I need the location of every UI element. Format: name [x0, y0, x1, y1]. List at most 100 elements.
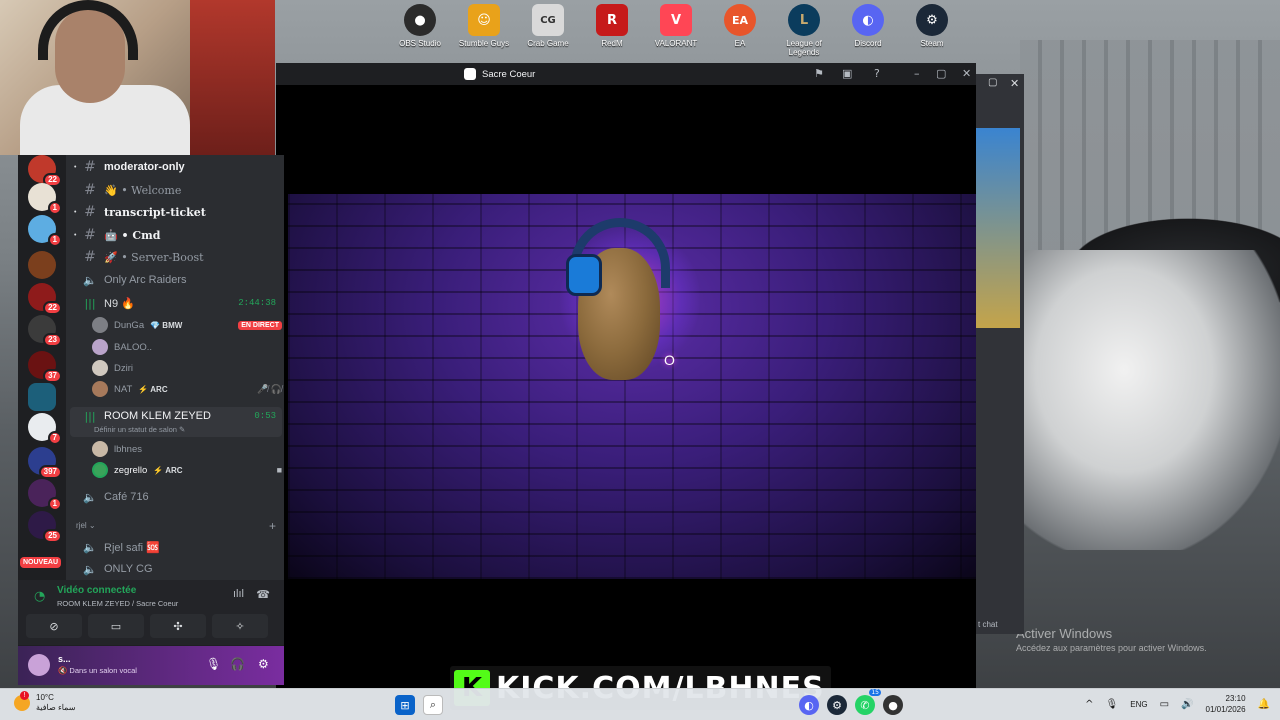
- voice-user-tag: 💎 BMW: [150, 320, 183, 330]
- weather-text: 10°C سماء صافية: [36, 693, 76, 713]
- voice-user[interactable]: Dziri: [92, 358, 282, 378]
- minimize-icon[interactable]: –: [914, 67, 920, 80]
- noise-suppression-icon[interactable]: ılıl: [233, 588, 244, 600]
- search-icon[interactable]: ⌕: [423, 695, 443, 715]
- desktop-shortcut-league[interactable]: L League of Legends: [772, 4, 836, 57]
- voice-channel-icon: 🔈: [83, 540, 97, 554]
- voice-user[interactable]: DunGa 💎 BMW EN DIRECT: [92, 315, 282, 335]
- flag-icon[interactable]: ⚑: [814, 67, 824, 80]
- server-icon[interactable]: [28, 383, 56, 411]
- stream-window-titlebar[interactable]: Sacre Coeur ⚑ ▣ ? – ▢ ✕: [276, 63, 976, 85]
- desktop-shortcut-label: VALORANT: [654, 39, 698, 48]
- start-menu-icon[interactable]: ⊞: [395, 695, 415, 715]
- server-icon[interactable]: 1: [28, 183, 62, 215]
- steam-taskbar-icon[interactable]: ⚙: [827, 695, 847, 715]
- active-voice-icon: |||: [84, 409, 96, 423]
- channel-rjel-safi[interactable]: 🔈 Rjel safi 🆘: [74, 537, 284, 557]
- avatar: [92, 462, 108, 478]
- stream-window-title: Sacre Coeur: [482, 68, 536, 80]
- avatar: [92, 317, 108, 333]
- network-icon[interactable]: ▭: [1160, 699, 1169, 710]
- app-taskbar-icon[interactable]: ●: [883, 695, 903, 715]
- channel-only-cg[interactable]: 🔈 ONLY CG: [74, 559, 284, 579]
- channel-cmd[interactable]: • # 🤖 • Cmd: [74, 225, 284, 245]
- channel-transcript-ticket[interactable]: • # transcript-ticket: [74, 202, 284, 222]
- clock[interactable]: 23:10 01/01/2026: [1206, 693, 1246, 715]
- server-icon[interactable]: 1: [28, 215, 62, 247]
- settings-gear-icon[interactable]: ⚙: [258, 657, 269, 671]
- voice-controls: ⊘ ▭ ✣ ✧: [26, 614, 268, 638]
- server-icon[interactable]: 37: [28, 351, 62, 383]
- voice-channel-icon: 🔈: [83, 562, 97, 576]
- server-icon[interactable]: 397: [28, 447, 62, 479]
- desktop-shortcut-redm[interactable]: R RedM: [580, 4, 644, 57]
- help-icon[interactable]: ?: [874, 67, 880, 80]
- chevron-up-icon[interactable]: ^: [1085, 699, 1093, 710]
- stream-window[interactable]: Sacre Coeur ⚑ ▣ ? – ▢ ✕ O ➤: [276, 63, 976, 688]
- set-channel-status[interactable]: Définir un statut de salon ✎: [94, 425, 185, 434]
- camera-off-button[interactable]: ⊘: [26, 614, 82, 638]
- microphone-icon[interactable]: 🎙: [206, 657, 221, 671]
- server-icon[interactable]: 25: [28, 511, 62, 543]
- maximize-icon[interactable]: ▢: [936, 67, 946, 80]
- desktop-shortcut-valorant[interactable]: V VALORANT: [644, 4, 708, 57]
- voice-user-tag: ARC: [153, 466, 182, 475]
- desktop-shortcut-crab-game[interactable]: CG Crab Game: [516, 4, 580, 57]
- add-channel-icon[interactable]: +: [269, 519, 276, 533]
- channel-timer: 2:44:38: [238, 298, 276, 308]
- server-icon[interactable]: 23: [28, 315, 62, 347]
- steam-icon: ⚙: [916, 4, 948, 36]
- close-icon[interactable]: ✕: [1010, 77, 1019, 90]
- desktop-shortcut-label: League of Legends: [786, 39, 822, 57]
- server-icon[interactable]: 1: [28, 479, 62, 511]
- channel-server-boost[interactable]: # 🚀 • Server-Boost: [74, 247, 284, 267]
- category-rjel[interactable]: rjel ⌄: [76, 521, 96, 530]
- disconnect-icon[interactable]: ☎: [256, 588, 270, 601]
- microphone-icon[interactable]: 🎙: [1106, 699, 1119, 710]
- server-icon[interactable]: 7: [28, 413, 62, 445]
- channel-only-arc-raiders[interactable]: 🔈 Only Arc Raiders: [74, 270, 284, 290]
- maximize-icon[interactable]: ▢: [988, 77, 997, 88]
- channel-moderator-only[interactable]: • # moderator-only: [74, 157, 284, 177]
- notification-bell-icon[interactable]: 🔔: [1258, 699, 1270, 710]
- voice-user[interactable]: zegrello ARC ■: [92, 460, 282, 480]
- voice-user[interactable]: lbhnes: [92, 439, 282, 459]
- unread-badge: 1: [47, 233, 62, 247]
- unread-badge: 37: [43, 369, 62, 383]
- activities-button[interactable]: ✣: [150, 614, 206, 638]
- share-screen-button[interactable]: ▭: [88, 614, 144, 638]
- discord-taskbar-icon[interactable]: ◐: [799, 695, 819, 715]
- channel-room-klem-zeyed[interactable]: ||| ROOM KLEM ZEYED 0:53: [74, 406, 284, 426]
- desktop-shortcut-steam[interactable]: ⚙ Steam: [900, 4, 964, 57]
- channel-cafe-716[interactable]: 🔈 Café 716: [74, 487, 284, 507]
- webcam-curtain: [190, 0, 275, 155]
- desktop-shortcut-discord[interactable]: ◐ Discord: [836, 4, 900, 57]
- close-icon[interactable]: ✕: [962, 67, 971, 80]
- channel-n9[interactable]: ||| N9 🔥 2:44:38: [74, 293, 284, 313]
- voice-user[interactable]: NAT ARC 🎤̸ 🎧̸: [92, 379, 282, 399]
- desktop-shortcut-ea[interactable]: EA EA: [708, 4, 772, 57]
- popout-icon[interactable]: ▣: [842, 67, 852, 80]
- discord-icon: ◐: [852, 4, 884, 36]
- desktop-shortcut-obs[interactable]: ● OBS Studio: [388, 4, 452, 57]
- soundboard-button[interactable]: ✧: [212, 614, 268, 638]
- language-indicator[interactable]: ENG: [1130, 700, 1147, 709]
- channel-welcome[interactable]: # 👋 • Welcome: [74, 180, 284, 200]
- channel-label: 🤖 • Cmd: [104, 228, 161, 242]
- server-icon[interactable]: 22: [28, 155, 62, 187]
- whatsapp-icon[interactable]: ✆ 15: [855, 689, 881, 715]
- headphones-icon[interactable]: 🎧: [230, 657, 245, 671]
- voice-location[interactable]: ROOM KLEM ZEYED / Sacre Coeur: [57, 599, 178, 608]
- weather-widget[interactable]: ! 10°C سماء صافية: [14, 691, 76, 713]
- league-of-legends-icon: L: [788, 4, 820, 36]
- voice-user[interactable]: BALOO..: [92, 337, 282, 357]
- desktop-shortcut-stumble-guys[interactable]: ☺ Stumble Guys: [452, 4, 516, 57]
- headphones-icon: [38, 0, 138, 60]
- server-icon[interactable]: [28, 251, 56, 279]
- server-icon[interactable]: 22: [28, 283, 62, 315]
- avatar[interactable]: [28, 654, 50, 676]
- stream-video[interactable]: O ➤: [288, 194, 976, 579]
- system-tray: ^ 🎙 ENG ▭ 🔊 23:10 01/01/2026 🔔: [1085, 693, 1270, 715]
- volume-icon[interactable]: 🔊: [1181, 699, 1193, 710]
- headset-cup: [566, 254, 602, 296]
